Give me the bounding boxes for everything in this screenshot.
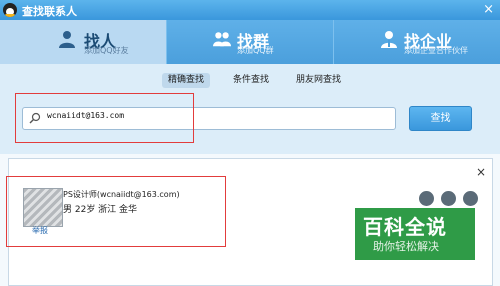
tab-find-group[interactable]: 找群 添加QQ群 xyxy=(166,20,333,64)
profile-icon[interactable] xyxy=(419,191,434,206)
tab-sublabel: 添加企业合作伙伴 xyxy=(404,46,468,55)
tab-find-enterprise[interactable]: 找企业 添加企业合作伙伴 xyxy=(333,20,500,64)
person-icon xyxy=(59,31,75,48)
watermark-logo: 百科全说 助你轻松解决 xyxy=(355,208,475,260)
subtab-pengyou-search[interactable]: 朋友网查找 xyxy=(290,73,347,88)
tab-sublabel: 添加QQ好友 xyxy=(84,46,129,55)
qq-logo-icon xyxy=(3,3,17,17)
search-button[interactable]: 查找 xyxy=(409,106,472,131)
subtab-exact-search[interactable]: 精确查找 xyxy=(162,73,211,88)
highlight-box-result xyxy=(6,176,226,247)
watermark-sub-text: 助你轻松解决 xyxy=(373,240,439,253)
highlight-box-search xyxy=(15,93,194,143)
add-friend-icon[interactable] xyxy=(441,191,456,206)
enterprise-icon xyxy=(381,31,397,48)
tab-find-people[interactable]: 找人 添加QQ好友 xyxy=(0,20,166,64)
message-icon[interactable] xyxy=(463,191,478,206)
main-tabs: 找人 添加QQ好友 找群 添加QQ群 找企业 添加企业合作伙伴 xyxy=(0,20,500,64)
title-bar: 查找联系人 × xyxy=(0,0,500,20)
tab-sublabel: 添加QQ群 xyxy=(237,46,274,55)
watermark-main-text: 百科全说 xyxy=(363,215,447,239)
group-icon xyxy=(213,32,231,47)
window-close-button[interactable]: × xyxy=(483,1,494,19)
window-title: 查找联系人 xyxy=(22,5,77,18)
result-close-button[interactable]: × xyxy=(476,165,486,179)
subtab-condition-search[interactable]: 条件查找 xyxy=(227,73,275,88)
